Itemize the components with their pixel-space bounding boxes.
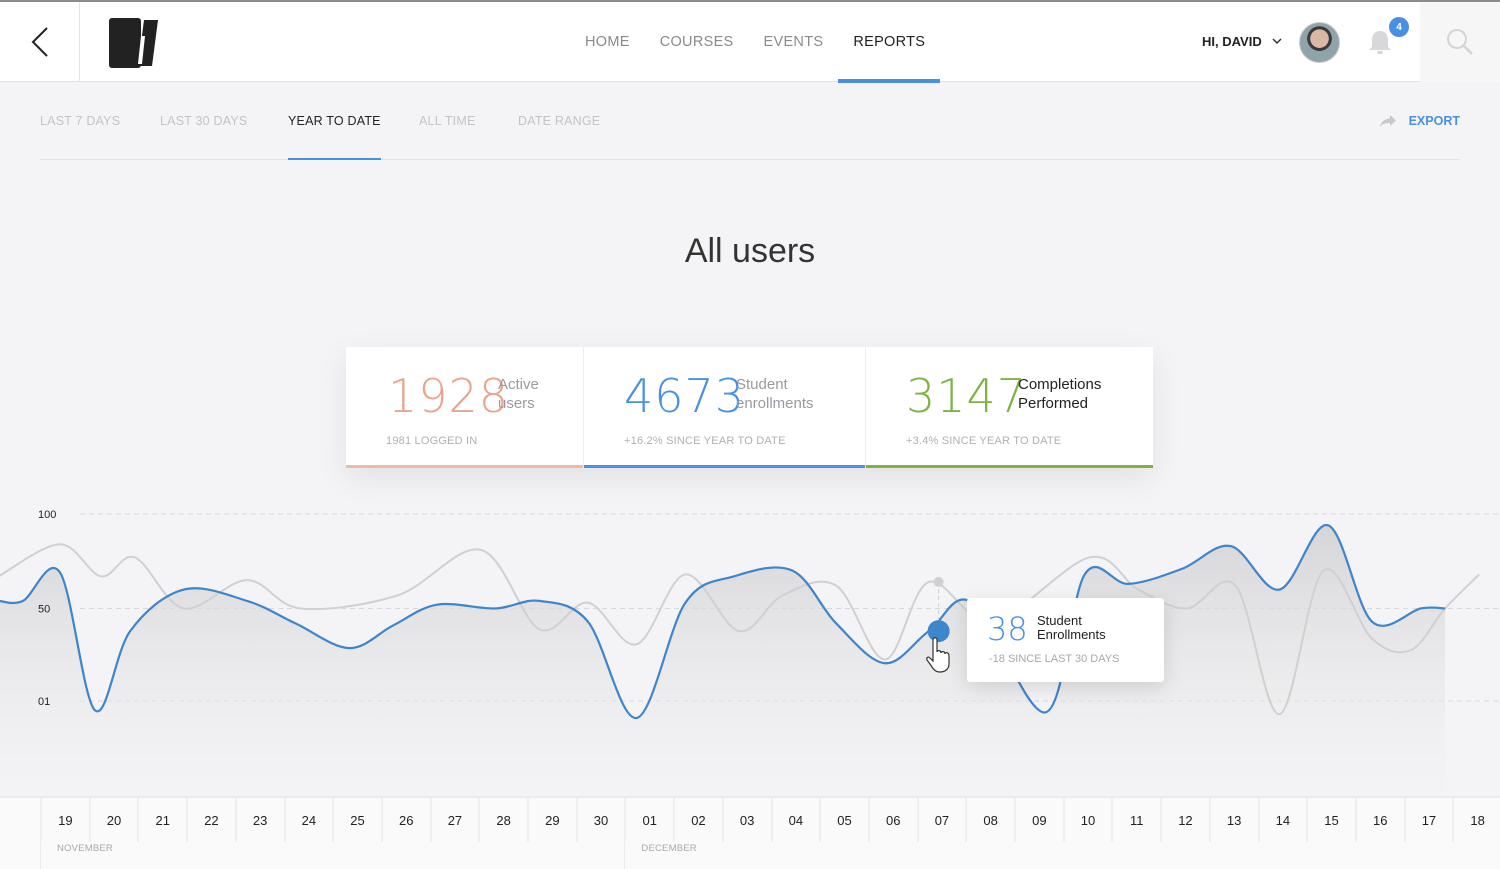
x-tick-day[interactable]: 04 (770, 798, 820, 842)
x-tick-day[interactable]: 19 (40, 798, 89, 842)
nav-reports[interactable]: REPORTS (838, 2, 941, 83)
x-tick-day[interactable]: 25 (332, 798, 381, 842)
y-tick-label: 100 (38, 509, 56, 521)
chevron-left-icon (31, 27, 48, 57)
nav-home[interactable]: HOME (570, 2, 645, 82)
share-arrow-icon (1379, 115, 1396, 127)
user-menu[interactable]: HI, DAVID (1202, 34, 1282, 49)
filter-all-time[interactable]: ALL TIME (419, 114, 475, 160)
nav-courses[interactable]: COURSES (645, 2, 749, 82)
date-filter-tabs: LAST 7 DAYS LAST 30 DAYS YEAR TO DATE AL… (40, 100, 1460, 160)
filter-year-to-date[interactable]: YEAR TO DATE (288, 114, 381, 160)
avatar[interactable] (1299, 22, 1340, 63)
top-navigation-bar: HOME COURSES EVENTS REPORTS HI, DAVID 4 (0, 0, 1500, 83)
stat-label: Active users (498, 376, 539, 412)
chart-tooltip: 38 Student Enrollments -18 SINCE LAST 30 … (967, 598, 1164, 682)
x-tick-day[interactable]: 07 (916, 798, 966, 842)
x-tick-day[interactable]: 11 (1111, 798, 1160, 842)
stat-value: 1928 (388, 369, 510, 423)
x-tick-day[interactable]: 26 (380, 798, 430, 842)
x-month-label: NOVEMBER (40, 843, 113, 869)
back-button[interactable] (0, 2, 80, 82)
stat-value: 4673 (624, 369, 746, 423)
y-tick-label: 01 (38, 696, 50, 708)
stat-card-student-enrollments[interactable]: 4673 Student enrollments +16.2% SINCE YEA… (584, 347, 866, 468)
x-tick-day[interactable]: 10 (1062, 798, 1112, 842)
x-tick-day[interactable]: 24 (283, 798, 333, 842)
x-tick-day[interactable]: 21 (137, 798, 186, 842)
x-tick-day[interactable]: 30 (575, 798, 625, 842)
stat-cards: 1928 Active users 1981 LOGGED IN 4673 Stu… (346, 347, 1153, 468)
brand-logo[interactable] (108, 18, 164, 68)
nav-events[interactable]: EVENTS (749, 2, 839, 82)
stat-accent-bar (346, 465, 583, 468)
x-tick-day[interactable]: 29 (527, 798, 576, 842)
hand-cursor-icon (926, 637, 950, 673)
main-nav: HOME COURSES EVENTS REPORTS (570, 2, 941, 83)
stat-accent-bar (584, 465, 865, 468)
x-tick-day[interactable]: 12 (1160, 798, 1209, 842)
stat-sub: +16.2% SINCE YEAR TO DATE (624, 435, 786, 447)
x-tick-day[interactable]: 06 (867, 798, 917, 842)
enrollment-line-chart: 100 50 01 (0, 509, 1500, 796)
x-tick-day[interactable]: 22 (186, 798, 235, 842)
stat-card-completions[interactable]: 3147 Completions Performed +3.4% SINCE YE… (866, 347, 1153, 468)
x-tick-day[interactable]: 23 (234, 798, 284, 842)
x-tick-day[interactable]: 01 (624, 798, 673, 842)
x-tick-day[interactable]: 14 (1257, 798, 1307, 842)
user-greeting: HI, DAVID (1202, 34, 1262, 49)
search-button[interactable] (1420, 2, 1500, 82)
stat-label: Completions Performed (1018, 376, 1102, 412)
export-button[interactable]: EXPORT (1379, 114, 1460, 128)
series-area-student-enrollments (0, 525, 1446, 796)
x-tick-day[interactable]: 28 (478, 798, 527, 842)
x-tick-day[interactable]: 27 (429, 798, 479, 842)
x-tick-day[interactable]: 03 (721, 798, 771, 842)
filter-date-range[interactable]: DATE RANGE (518, 114, 600, 160)
tooltip-sub: -18 SINCE LAST 30 DAYS (989, 653, 1120, 665)
x-tick-day[interactable]: 09 (1014, 798, 1063, 842)
x-tick-day[interactable]: 15 (1306, 798, 1355, 842)
y-tick-label: 50 (38, 603, 50, 615)
x-tick-day[interactable]: 17 (1403, 798, 1453, 842)
filter-last-7-days[interactable]: LAST 7 DAYS (40, 114, 120, 160)
x-tick-day[interactable]: 20 (88, 798, 138, 842)
x-tick-day[interactable]: 13 (1208, 798, 1258, 842)
notification-badge: 4 (1389, 17, 1409, 37)
stat-value: 3147 (906, 369, 1028, 423)
page-title: All users (684, 232, 816, 270)
stat-label: Student enrollments (736, 376, 814, 412)
filter-last-30-days[interactable]: LAST 30 DAYS (160, 114, 247, 160)
stat-accent-bar (866, 465, 1153, 468)
tooltip-label: Student Enrollments (1037, 613, 1106, 642)
tooltip-value: 38 (987, 610, 1028, 648)
x-tick-day[interactable]: 05 (819, 798, 868, 842)
x-tick-day[interactable]: 16 (1354, 798, 1404, 842)
export-label: EXPORT (1408, 114, 1460, 128)
x-month-label: DECEMBER (624, 843, 697, 869)
stat-sub: +3.4% SINCE YEAR TO DATE (906, 435, 1062, 447)
x-tick-day[interactable]: 02 (673, 798, 722, 842)
comparison-point (933, 577, 944, 587)
x-tick-day[interactable]: 18 (1452, 798, 1500, 842)
x-axis-dates: 19 20 21 22 23 24 25 26 27 28 29 30 01 02 03 04 05 06 07 08… (0, 796, 1500, 869)
search-icon (1447, 29, 1473, 55)
x-tick-day[interactable]: 08 (965, 798, 1014, 842)
stat-card-active-users[interactable]: 1928 Active users 1981 LOGGED IN (346, 347, 584, 468)
chevron-down-icon (1272, 38, 1282, 45)
stat-sub: 1981 LOGGED IN (386, 435, 478, 447)
